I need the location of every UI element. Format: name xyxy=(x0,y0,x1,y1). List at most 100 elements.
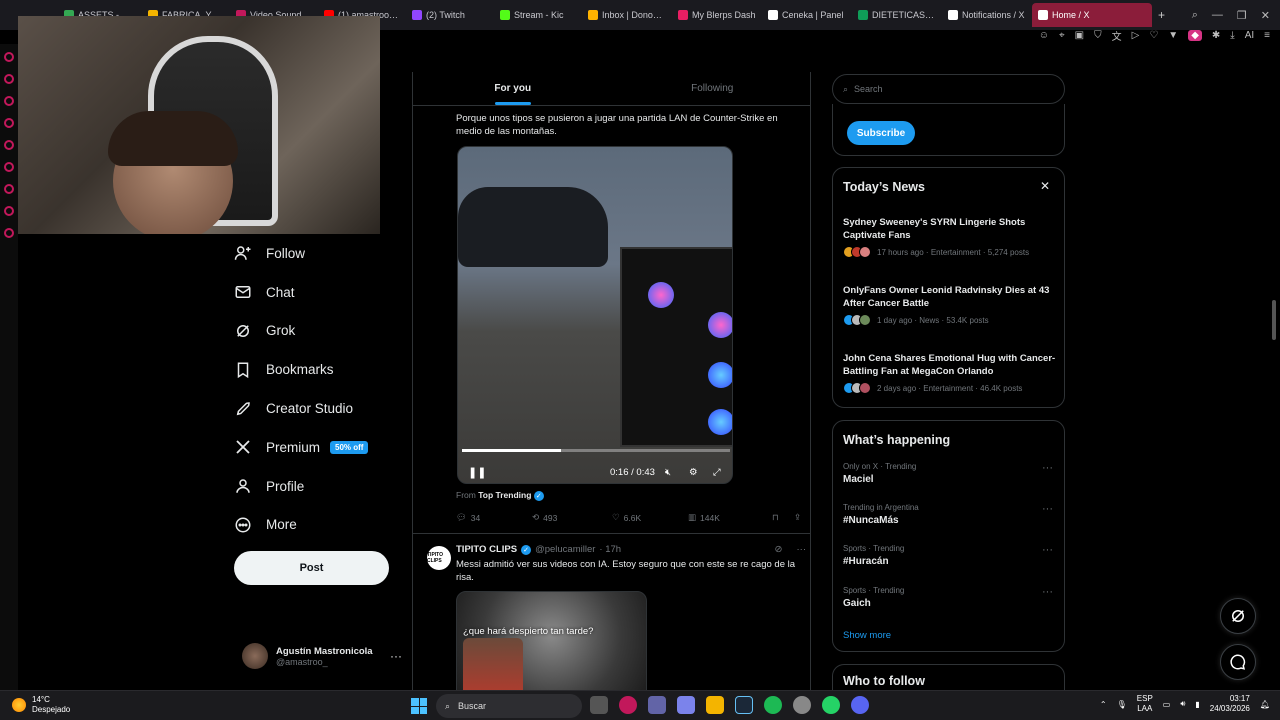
trend-item[interactable]: Trending in Argentina #NuncaMás ··· xyxy=(843,503,1057,526)
repost-button[interactable]: ⟲ 493 xyxy=(532,512,612,523)
ai-button[interactable]: AI xyxy=(1245,30,1254,41)
fullscreen-icon[interactable]: ⤢ xyxy=(713,467,721,478)
trend-item[interactable]: Only on X · Trending Maciel ··· xyxy=(843,462,1057,485)
sidebar-app-icon[interactable] xyxy=(4,96,14,106)
sidebar-app-icon[interactable] xyxy=(4,74,14,84)
browser-tab[interactable]: Ceneka | Panel xyxy=(762,3,852,27)
tweet-video[interactable]: ❚❚ 0:16 / 0:43 🔇︎ ⚙ ⤢ xyxy=(457,146,733,484)
nav-more[interactable]: More xyxy=(234,506,404,545)
spotify-icon[interactable] xyxy=(764,696,782,714)
like-button[interactable]: ♡ 6.6K xyxy=(612,512,688,523)
sidebar-app-icon[interactable] xyxy=(4,140,14,150)
teams-icon[interactable] xyxy=(648,696,666,714)
nav-bookmarks[interactable]: Bookmarks xyxy=(234,350,404,389)
avatar[interactable]: TIPITO CLIPS xyxy=(427,546,451,570)
extension-icon[interactable]: ◆ xyxy=(1188,30,1202,41)
more-options-icon[interactable]: ··· xyxy=(1042,503,1053,515)
more-options-icon[interactable]: ··· xyxy=(1042,586,1053,598)
browser-tab[interactable]: Home / X xyxy=(1032,3,1152,27)
more-options-icon[interactable]: ··· xyxy=(390,649,402,663)
account-switcher[interactable]: Agustín Mastronicola @amastroo_ ··· xyxy=(242,643,402,669)
browser-tab[interactable]: DIETETICAS Dis xyxy=(852,3,942,27)
nav-creator-studio[interactable]: Creator Studio xyxy=(234,389,404,428)
browser-tab[interactable]: Inbox | Donoclip xyxy=(582,3,672,27)
more-options-icon[interactable]: ··· xyxy=(1042,462,1053,474)
messages-fab-button[interactable] xyxy=(1220,644,1256,680)
whatsapp-icon[interactable] xyxy=(822,696,840,714)
tweet-author-name[interactable]: TIPITO CLIPS xyxy=(456,544,517,555)
nav-follow[interactable]: Follow xyxy=(234,234,404,273)
pause-icon[interactable]: ❚❚ xyxy=(468,466,486,479)
settings-gear-icon[interactable] xyxy=(793,696,811,714)
trend-item[interactable]: Sports · Trending #Huracán ··· xyxy=(843,544,1057,567)
browser-tab[interactable]: Notifications / X xyxy=(942,3,1032,27)
browser-tab[interactable]: My Blerps Dash xyxy=(672,3,762,27)
sidebar-app-icon[interactable] xyxy=(4,184,14,194)
pin-icon[interactable]: ⌖ xyxy=(1059,30,1065,41)
news-item[interactable]: Sydney Sweeney's SYRN Lingerie Shots Cap… xyxy=(843,216,1057,258)
tab-following[interactable]: Following xyxy=(613,72,811,105)
news-item[interactable]: OnlyFans Owner Leonid Radvinsky Dies at … xyxy=(843,284,1057,326)
sidebar-app-icon[interactable] xyxy=(4,118,14,128)
grok-fab-button[interactable] xyxy=(1220,598,1256,634)
reply-button[interactable]: 💬︎ 34 xyxy=(456,512,532,523)
windows-start-icon[interactable] xyxy=(411,698,427,714)
close-icon[interactable]: ✕ xyxy=(1040,179,1050,193)
clock[interactable]: 03:17 24/03/2026 xyxy=(1210,694,1250,714)
emoji-icon[interactable]: ☺ xyxy=(1039,30,1049,41)
page-scrollbar[interactable] xyxy=(1272,300,1276,340)
teams-classic-icon[interactable] xyxy=(677,696,695,714)
discord-icon[interactable] xyxy=(851,696,869,714)
volume-icon[interactable]: 🔊︎ xyxy=(1180,699,1185,709)
heart-icon[interactable]: ♡ xyxy=(1149,30,1158,41)
new-tab-button[interactable]: + xyxy=(1152,3,1171,27)
chevron-up-icon[interactable]: ⌃ xyxy=(1100,700,1107,709)
post-button[interactable]: Post xyxy=(234,551,389,585)
sidebar-app-icon[interactable] xyxy=(4,52,14,62)
more-options-icon[interactable]: ··· xyxy=(797,544,807,555)
language-indicator[interactable]: ESP LAA xyxy=(1137,694,1153,714)
nav-grok[interactable]: Grok xyxy=(234,312,404,351)
browser-tab[interactable]: Stream - Kic xyxy=(494,3,582,27)
battery-icon[interactable]: ▮ xyxy=(1195,700,1199,709)
opera-gx-icon[interactable] xyxy=(619,696,637,714)
nav-chat[interactable]: Chat xyxy=(234,273,404,312)
minimize-icon[interactable]: — xyxy=(1212,9,1223,21)
microphone-icon[interactable]: 🎙︎ xyxy=(1117,700,1127,709)
snapshot-icon[interactable]: ▣ xyxy=(1075,30,1084,41)
download-icon[interactable]: ⤓ xyxy=(1230,30,1234,41)
search-input[interactable]: ⌕ Search xyxy=(832,74,1065,104)
subscribe-button[interactable]: Subscribe xyxy=(847,121,915,145)
puzzle-icon[interactable]: ✱ xyxy=(1212,30,1220,41)
search-tabs-icon[interactable]: ⌕ xyxy=(1192,9,1198,22)
browser-tab[interactable]: (2) Twitch xyxy=(406,3,494,27)
tweet-author-handle[interactable]: @pelucamiller xyxy=(535,544,595,555)
task-view-icon[interactable] xyxy=(590,696,608,714)
file-explorer-icon[interactable] xyxy=(706,696,724,714)
steam-icon[interactable] xyxy=(735,696,753,714)
tweet-image[interactable]: ¿que hará despierto tan tarde? xyxy=(456,591,647,690)
video-progress-bar[interactable] xyxy=(462,449,730,452)
tweet-time[interactable]: · 17h xyxy=(599,544,621,555)
tab-for-you[interactable]: For you xyxy=(413,72,613,105)
trend-item[interactable]: Sports · Trending Gaich ··· xyxy=(843,586,1057,609)
sidebar-app-icon[interactable] xyxy=(4,206,14,216)
nav-premium[interactable]: Premium 50% off xyxy=(234,428,404,467)
share-button[interactable]: ⇪ xyxy=(794,512,801,523)
from-account-link[interactable]: Top Trending xyxy=(478,490,531,500)
menu-icon[interactable]: ≡ xyxy=(1264,30,1270,41)
grok-icon[interactable]: ⊘ xyxy=(775,544,783,555)
restore-icon[interactable]: ❐ xyxy=(1237,9,1247,22)
mute-icon[interactable]: 🔇︎ xyxy=(665,467,671,478)
filter-icon[interactable]: ▼ xyxy=(1168,30,1178,41)
bookmark-button[interactable]: ⊓ xyxy=(772,512,794,523)
network-icon[interactable]: ▭ xyxy=(1163,700,1171,709)
settings-gear-icon[interactable]: ⚙ xyxy=(689,467,698,478)
taskbar-search[interactable]: ⌕ Buscar xyxy=(436,694,582,718)
sidebar-app-icon[interactable] xyxy=(4,162,14,172)
more-options-icon[interactable]: ··· xyxy=(1042,544,1053,556)
sidebar-app-icon[interactable] xyxy=(4,228,14,238)
news-item[interactable]: John Cena Shares Emotional Hug with Canc… xyxy=(843,352,1057,394)
notifications-bell-icon[interactable]: 🔔︎ xyxy=(1260,700,1270,709)
translate-icon[interactable]: 文 xyxy=(1112,28,1122,43)
